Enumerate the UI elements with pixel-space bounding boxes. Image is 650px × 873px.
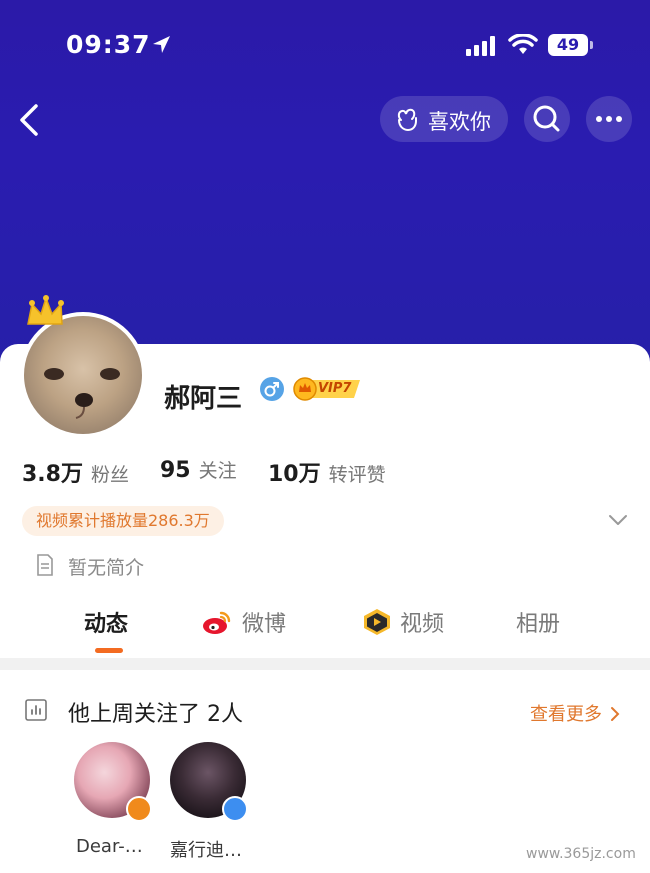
- status-bar: 09:37 49: [0, 0, 650, 90]
- location-arrow-icon: [153, 36, 170, 53]
- stat-followers[interactable]: 3.8万 粉丝: [22, 456, 129, 488]
- chevron-down-icon[interactable]: [606, 510, 630, 530]
- more-options-button[interactable]: [586, 96, 632, 142]
- tab-label: 视频: [400, 612, 445, 637]
- back-arrow-icon[interactable]: [12, 100, 48, 140]
- stat-label: 关注: [198, 460, 237, 482]
- stat-value: 95: [160, 458, 191, 483]
- stat-following[interactable]: 95 关注: [160, 456, 237, 483]
- battery-tip: [590, 41, 593, 49]
- following-section-title: 他上周关注了 2人: [68, 702, 243, 727]
- cellular-signal-icon: [466, 36, 495, 56]
- profile-name: 郝阿三: [164, 384, 243, 414]
- tab-label: 微博: [242, 612, 287, 637]
- bar-chart-icon: [25, 699, 47, 721]
- document-icon: [37, 554, 53, 576]
- verified-badge-icon: [126, 796, 152, 822]
- stat-label: 粉丝: [90, 464, 129, 486]
- active-tab-indicator: [95, 648, 123, 653]
- wifi-icon: [508, 34, 538, 54]
- verified-badge-icon: [222, 796, 248, 822]
- tab-feed[interactable]: 动态: [84, 606, 128, 638]
- like-you-label: 喜欢你: [428, 110, 491, 134]
- tab-video[interactable]: 视频: [400, 606, 444, 638]
- see-more-link[interactable]: 查看更多: [530, 700, 622, 726]
- section-divider: [0, 658, 650, 670]
- watermark: www.365jz.com: [526, 846, 636, 862]
- followed-user-name[interactable]: 嘉行迪…: [170, 836, 242, 862]
- battery-indicator: 49: [548, 34, 588, 56]
- video-icon: [364, 609, 390, 635]
- tab-label: 动态: [84, 612, 129, 637]
- stat-value: 10万: [268, 462, 321, 487]
- status-time: 09:37: [66, 30, 151, 59]
- video-play-count-badge: 视频累计播放量286.3万: [22, 506, 224, 536]
- more-dots-icon: [596, 116, 622, 122]
- stat-label: 转评赞: [328, 464, 386, 486]
- weibo-icon: [203, 611, 231, 634]
- like-you-button[interactable]: 喜欢你: [380, 96, 508, 142]
- tab-weibo[interactable]: 微博: [242, 606, 286, 638]
- vip-level-label: VIP7: [318, 381, 352, 396]
- search-button[interactable]: [524, 96, 570, 142]
- chevron-right-icon: [610, 707, 620, 721]
- followed-user-name[interactable]: Dear-…: [76, 836, 143, 857]
- profile-bio: 暂无简介: [68, 557, 145, 579]
- search-icon: [533, 105, 560, 132]
- stat-value: 3.8万: [22, 462, 83, 487]
- tab-album[interactable]: 相册: [516, 606, 560, 638]
- tab-label: 相册: [516, 612, 561, 637]
- stat-interactions[interactable]: 10万 转评赞: [268, 456, 386, 488]
- male-gender-icon: [260, 377, 284, 401]
- hand-heart-icon: [397, 108, 417, 132]
- crown-icon: [27, 295, 64, 325]
- see-more-label: 查看更多: [530, 704, 602, 725]
